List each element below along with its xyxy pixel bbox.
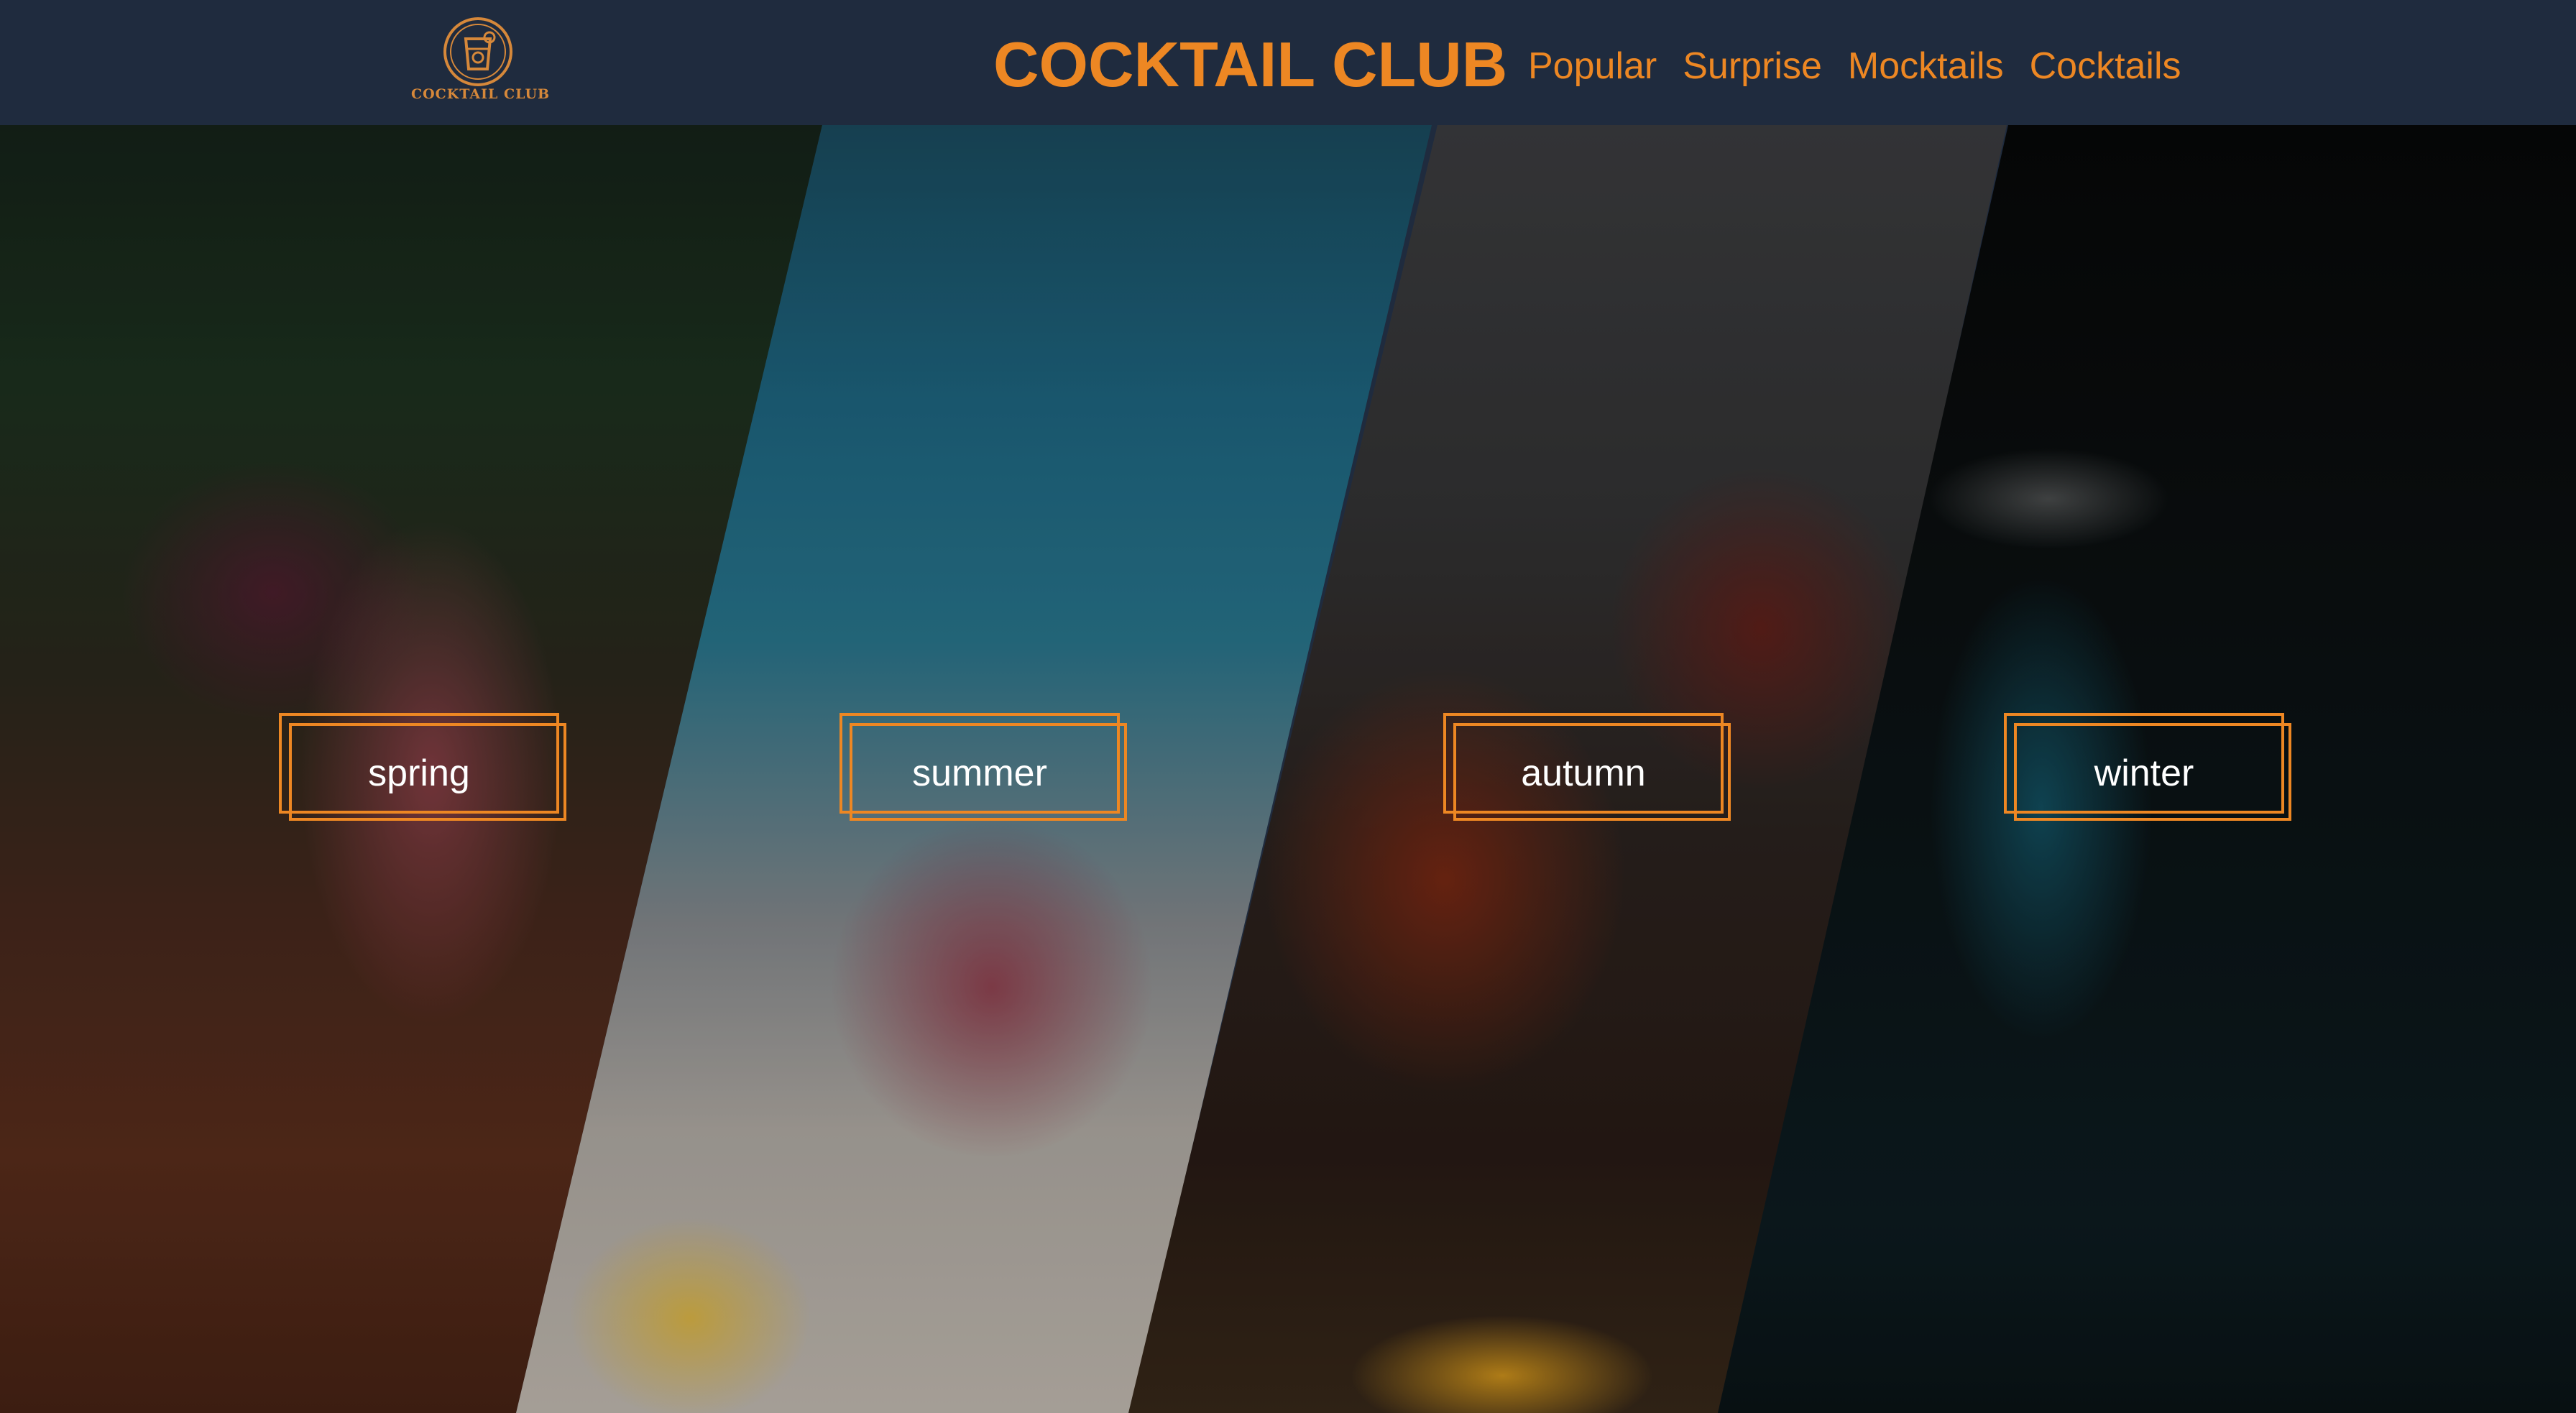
season-hero: spring summer autumn winter bbox=[0, 125, 2576, 1413]
brand-title[interactable]: COCKTAIL CLUB bbox=[993, 30, 1507, 99]
summer-button[interactable]: summer bbox=[840, 713, 1127, 821]
winter-label: winter bbox=[2094, 752, 2194, 794]
winter-button[interactable]: winter bbox=[2004, 713, 2291, 821]
nav-cocktails[interactable]: Cocktails bbox=[2030, 40, 2181, 92]
nav-mocktails[interactable]: Mocktails bbox=[1848, 40, 2004, 92]
summer-label: summer bbox=[912, 752, 1047, 794]
site-header: COCKTAIL CLUB COCKTAIL CLUB Popular Surp… bbox=[0, 0, 2576, 125]
autumn-button[interactable]: autumn bbox=[1443, 713, 1731, 821]
nav-popular[interactable]: Popular bbox=[1528, 40, 1657, 92]
main-nav: Popular Surprise Mocktails Cocktails bbox=[1528, 40, 2181, 92]
spring-button[interactable]: spring bbox=[279, 713, 566, 821]
nav-surprise[interactable]: Surprise bbox=[1683, 40, 1822, 92]
logo-text: COCKTAIL CLUB bbox=[411, 86, 551, 102]
site-logo[interactable]: COCKTAIL CLUB bbox=[411, 13, 551, 106]
cocktail-glass-icon bbox=[443, 17, 512, 86]
spring-label: spring bbox=[368, 752, 470, 794]
autumn-label: autumn bbox=[1521, 752, 1646, 794]
page: COCKTAIL CLUB COCKTAIL CLUB Popular Surp… bbox=[0, 0, 2576, 1413]
